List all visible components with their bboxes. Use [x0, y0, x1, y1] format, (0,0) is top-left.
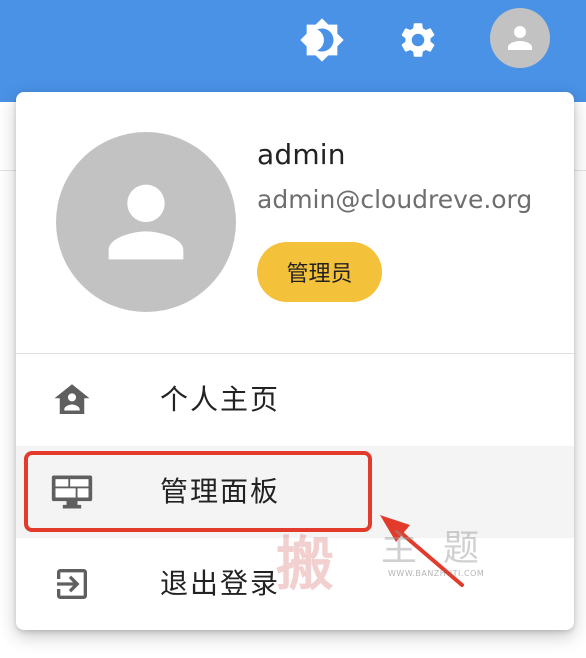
top-app-bar: [0, 0, 586, 102]
menu-item-label: 个人主页: [160, 383, 281, 416]
menu-item-label: 管理面板: [160, 475, 281, 508]
profile-username: admin: [257, 138, 346, 171]
profile-email: admin@cloudreve.org: [257, 185, 533, 214]
admin-panel-icon: [50, 470, 94, 514]
home-user-icon: [50, 378, 94, 422]
user-avatar-button[interactable]: [490, 8, 550, 68]
user-avatar-icon: [508, 26, 532, 50]
menu-item-admin-panel[interactable]: 管理面板: [16, 446, 574, 538]
theme-toggle-icon[interactable]: [292, 10, 352, 70]
profile-avatar: [56, 132, 236, 312]
menu-item-homepage[interactable]: 个人主页: [16, 354, 574, 446]
logout-icon: [50, 562, 94, 606]
role-badge: 管理员: [257, 242, 382, 302]
menu-item-logout[interactable]: 退出登录: [16, 538, 574, 630]
settings-icon[interactable]: [388, 10, 448, 70]
person-icon: [108, 184, 184, 260]
profile-header: admin admin@cloudreve.org 管理员: [16, 92, 574, 353]
user-menu-popover: admin admin@cloudreve.org 管理员 个人主页 管理面板: [16, 92, 574, 630]
menu-item-label: 退出登录: [160, 567, 281, 600]
